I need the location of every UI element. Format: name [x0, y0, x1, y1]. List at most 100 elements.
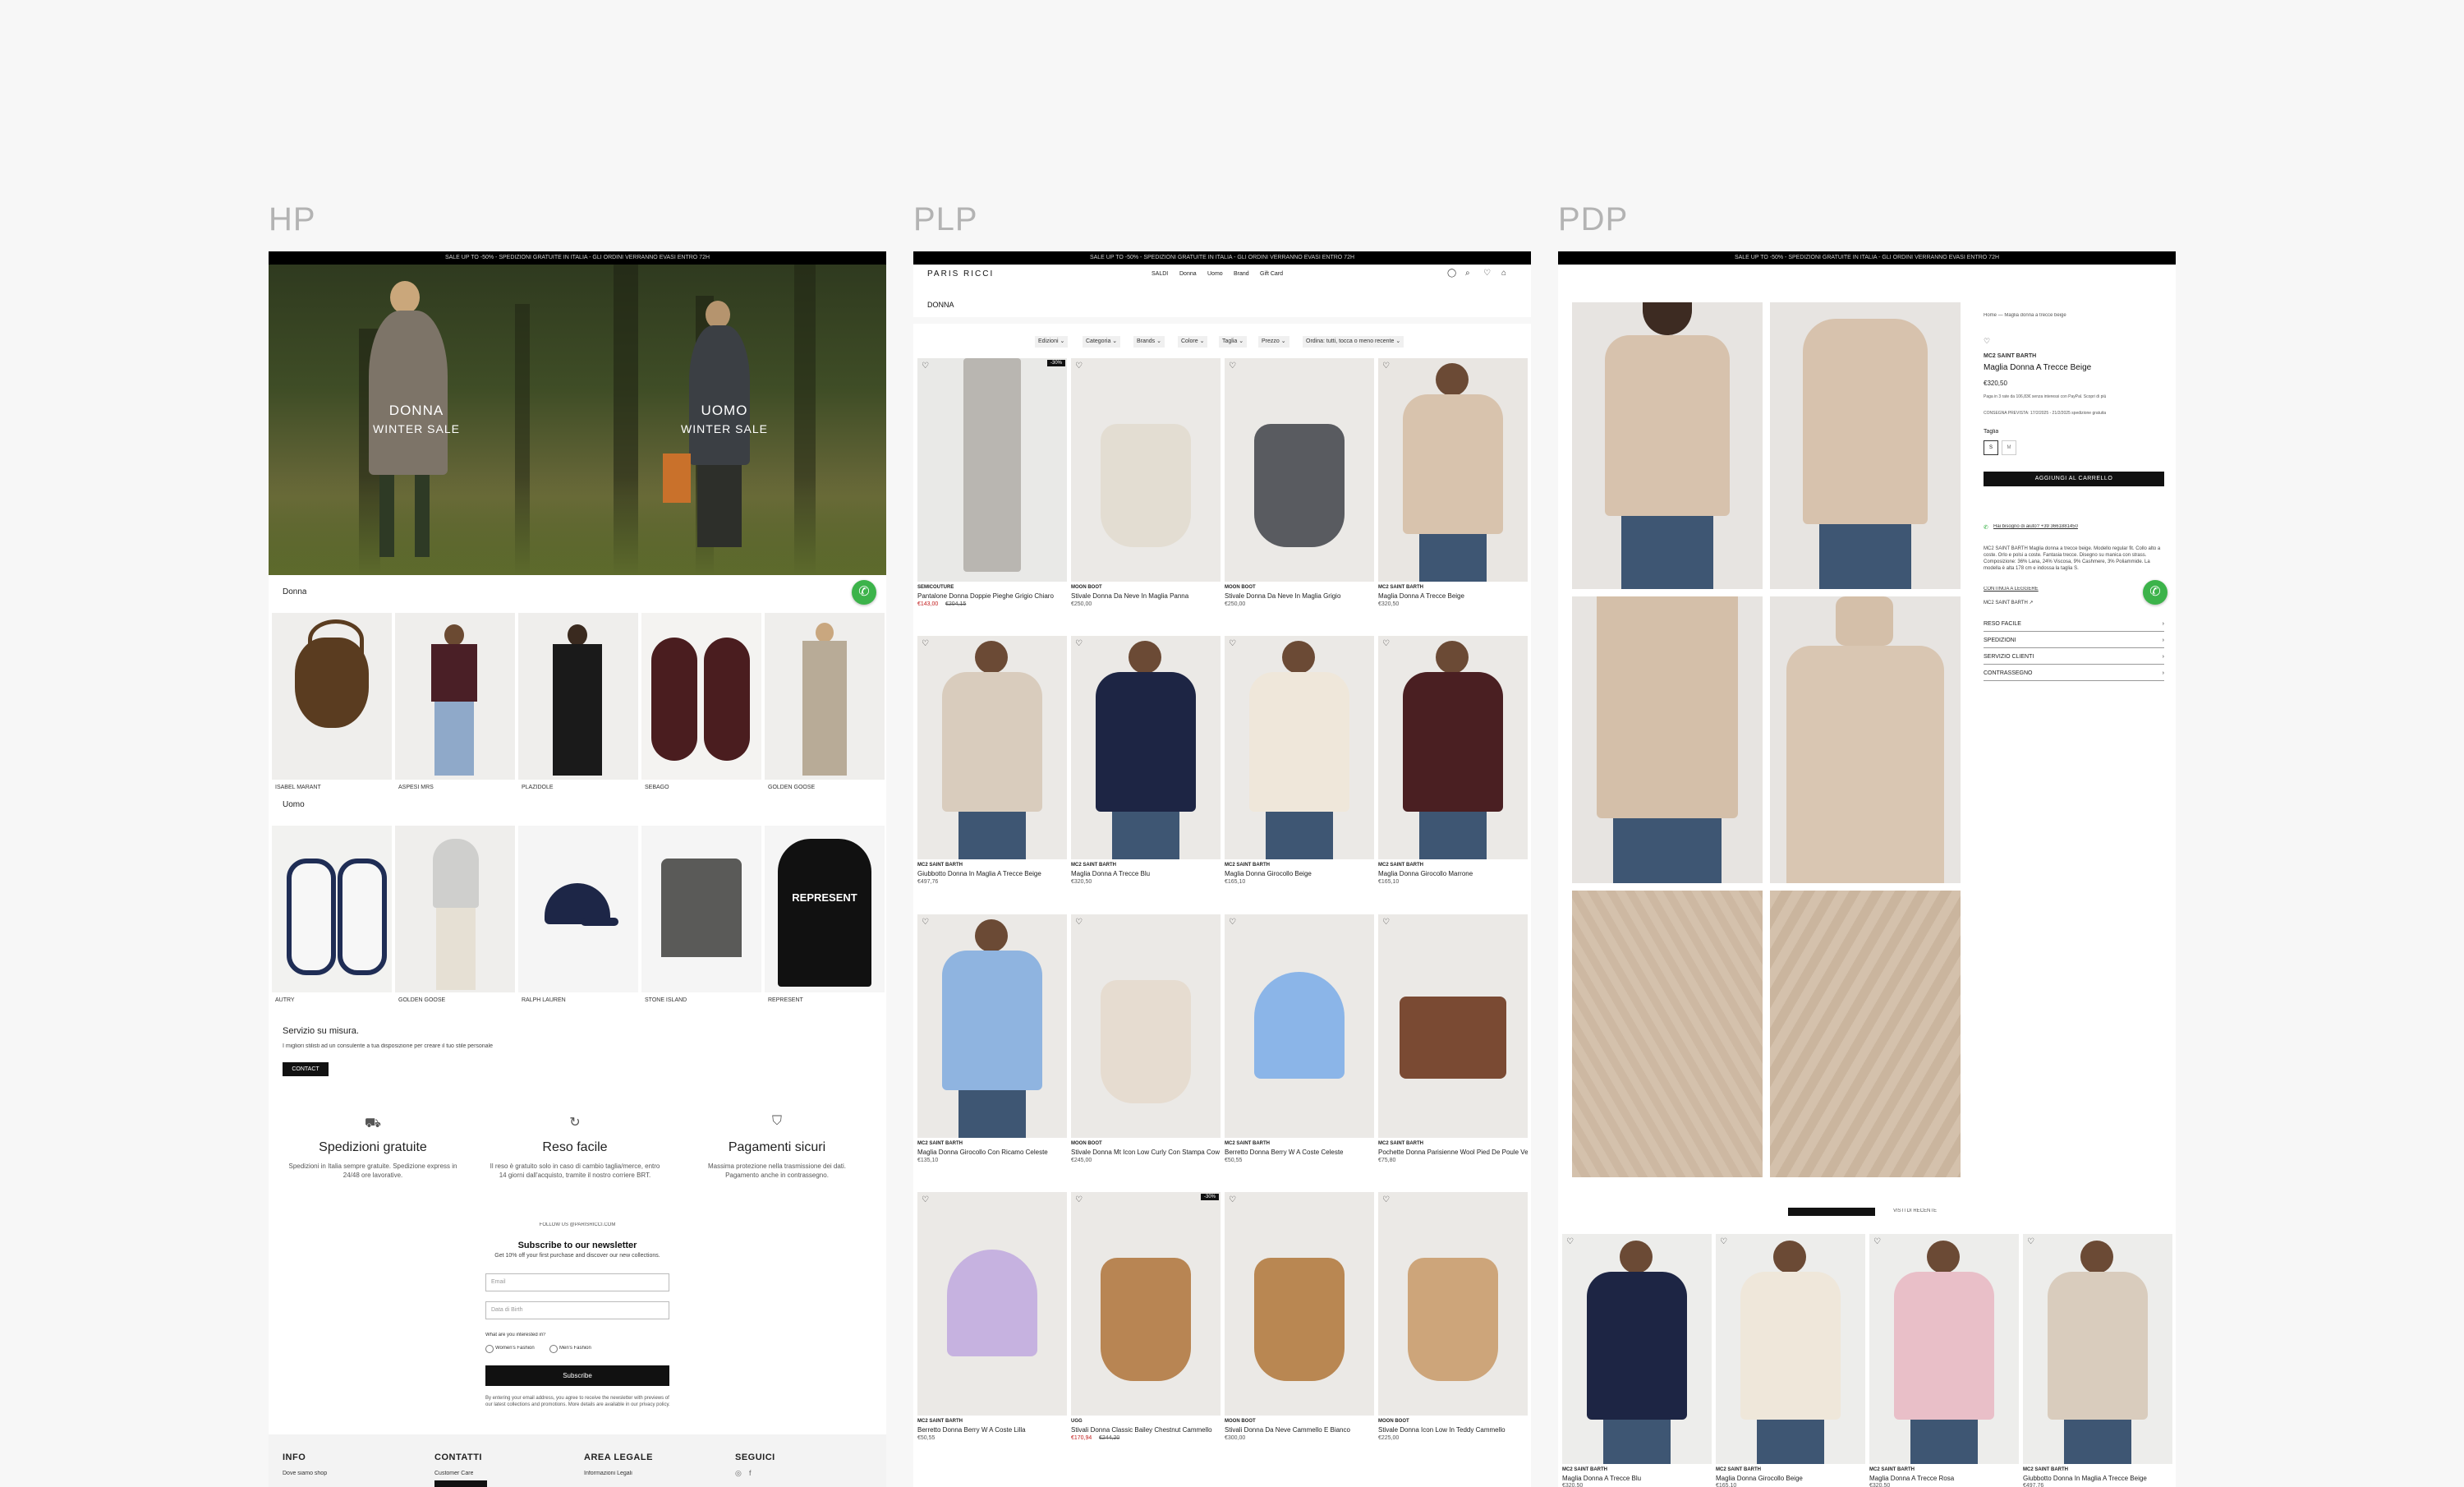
- product-card[interactable]: ♡: [1225, 358, 1374, 582]
- uomo-tile-3[interactable]: [518, 826, 638, 992]
- nav-saldi[interactable]: SALDI: [1152, 271, 1168, 277]
- product-name[interactable]: Maglia Donna Girocollo Con Ricamo Celest…: [917, 1149, 1067, 1156]
- footer-contatti-link[interactable]: Customer Care: [434, 1471, 473, 1476]
- donna-tile-2[interactable]: [395, 613, 515, 780]
- gallery-image-5[interactable]: [1572, 891, 1763, 1177]
- product-name[interactable]: Maglia Donna A Trecce Beige: [1378, 592, 1528, 600]
- donna-brand-1[interactable]: ISABEL MARANT: [275, 785, 321, 790]
- hero-banner[interactable]: DONNA WINTER SALE UOMO WINTER SALE: [269, 265, 886, 575]
- wishlist-icon[interactable]: ♡: [1075, 918, 1084, 927]
- wishlist-icon[interactable]: ♡: [922, 361, 931, 371]
- uomo-tile-1[interactable]: [272, 826, 392, 992]
- filter-taglia[interactable]: Taglia ⌄: [1219, 336, 1248, 348]
- wishlist-icon[interactable]: ♡: [1229, 639, 1238, 648]
- hero-donna[interactable]: DONNA WINTER SALE: [359, 403, 474, 435]
- recent-product-name[interactable]: Giubbotto Donna In Maglia A Trecce Beige: [2023, 1475, 2172, 1482]
- donna-brand-5[interactable]: GOLDEN GOOSE: [768, 785, 815, 790]
- product-name[interactable]: Giubbotto Donna In Maglia A Trecce Beige: [917, 870, 1067, 877]
- uomo-brand-2[interactable]: GOLDEN GOOSE: [398, 997, 445, 1003]
- product-name[interactable]: Stivale Donna Icon Low In Teddy Cammello: [1378, 1426, 1528, 1434]
- donna-brand-2[interactable]: ASPESI MRS: [398, 785, 434, 790]
- uomo-brand-5[interactable]: REPRESENT: [768, 997, 803, 1003]
- donna-tile-5[interactable]: [765, 613, 885, 780]
- product-name[interactable]: Berretto Donna Berry W A Coste Lilla: [917, 1426, 1067, 1434]
- continue-reading-link[interactable]: CONTINUA A LEGGERE: [1984, 587, 2039, 592]
- contact-button[interactable]: CONTACT: [283, 1062, 329, 1076]
- search-icon[interactable]: ⌕: [1465, 269, 1470, 278]
- subscribe-button[interactable]: Subscribe: [485, 1365, 669, 1386]
- gallery-image-2[interactable]: [1770, 302, 1961, 589]
- product-card[interactable]: ♡: [917, 636, 1067, 859]
- footer-info-link[interactable]: Dove siamo shop: [283, 1471, 327, 1476]
- instagram-icon[interactable]: ◎: [735, 1469, 742, 1478]
- product-card[interactable]: ♡: [1071, 358, 1221, 582]
- filter-edizioni[interactable]: Edizioni ⌄: [1035, 336, 1069, 348]
- footer-legal-link[interactable]: Informazioni Legali: [584, 1471, 632, 1476]
- product-name[interactable]: Stivali Donna Classic Bailey Chestnut Ca…: [1071, 1426, 1221, 1434]
- wishlist-icon[interactable]: ♡: [1720, 1237, 1729, 1246]
- wishlist-icon[interactable]: ♡: [1075, 639, 1084, 648]
- wishlist-icon[interactable]: ♡: [1984, 337, 1990, 346]
- wishlist-icon[interactable]: ♡: [922, 1195, 931, 1204]
- nav-uomo[interactable]: Uomo: [1207, 271, 1223, 277]
- email-field[interactable]: Email: [485, 1273, 669, 1291]
- uomo-tile-2[interactable]: [395, 826, 515, 992]
- filter-categoria[interactable]: Categoria ⌄: [1083, 336, 1121, 348]
- product-name[interactable]: Stivali Donna Da Neve Cammello E Bianco: [1225, 1426, 1374, 1434]
- recent-product-name[interactable]: Maglia Donna A Trecce Blu: [1562, 1475, 1712, 1482]
- donna-brand-3[interactable]: PLAZIDOLE: [522, 785, 554, 790]
- footer-contact-bar[interactable]: [434, 1480, 487, 1487]
- paypal-installments[interactable]: Paga in 3 rate da 106,83€ senza interess…: [1984, 394, 2106, 399]
- facebook-icon[interactable]: f: [749, 1469, 752, 1477]
- wishlist-icon[interactable]: ♡: [1075, 361, 1084, 371]
- uomo-tile-5[interactable]: REPRESENT: [765, 826, 885, 992]
- brand-link[interactable]: MC2 SAINT BARTH ↗: [1984, 600, 2033, 605]
- product-brand[interactable]: MC2 SAINT BARTH: [1984, 353, 2036, 359]
- wishlist-icon[interactable]: ♡: [1873, 1237, 1882, 1246]
- cart-icon[interactable]: ⌂: [1501, 269, 1506, 278]
- nav-brand[interactable]: Brand: [1234, 271, 1249, 277]
- product-name[interactable]: Maglia Donna Girocollo Beige: [1225, 870, 1374, 877]
- whatsapp-help-link[interactable]: Hai bisogno di aiuto? +39 3661881450: [1993, 524, 2078, 529]
- accordion-contrassegno[interactable]: › CONTRASSEGNO: [1984, 670, 2164, 676]
- nav-donna[interactable]: Donna: [1179, 271, 1197, 277]
- wishlist-icon[interactable]: ♡: [1229, 1195, 1238, 1204]
- add-to-cart-button[interactable]: AGGIUNGI AL CARRELLO: [1984, 472, 2164, 486]
- product-card[interactable]: ♡: [1071, 636, 1221, 859]
- donna-tile-3[interactable]: [518, 613, 638, 780]
- recent-tab-active[interactable]: [1788, 1208, 1875, 1216]
- user-icon[interactable]: ◯: [1447, 269, 1456, 278]
- gallery-image-6[interactable]: [1770, 891, 1961, 1177]
- nav-gift-card[interactable]: Gift Card: [1260, 271, 1283, 277]
- site-logo[interactable]: PARIS RICCI: [927, 269, 994, 279]
- product-card[interactable]: ♡: [1225, 1192, 1374, 1416]
- product-card[interactable]: ♡: [1071, 914, 1221, 1138]
- gallery-image-4[interactable]: [1770, 596, 1961, 883]
- product-card[interactable]: ♡ -30%: [1071, 1192, 1221, 1416]
- product-name[interactable]: Maglia Donna A Trecce Blu: [1071, 870, 1221, 877]
- sort-select[interactable]: Ordina: tutti, tocca o meno recente ⌄: [1303, 336, 1404, 348]
- product-card[interactable]: ♡ -30%: [917, 358, 1067, 582]
- recent-product-card[interactable]: ♡: [2023, 1234, 2172, 1464]
- product-name[interactable]: Berretto Donna Berry W A Coste Celeste: [1225, 1149, 1374, 1156]
- wishlist-icon[interactable]: ♡: [1483, 269, 1491, 278]
- product-name[interactable]: Stivale Donna Da Neve In Maglia Panna: [1071, 592, 1221, 600]
- product-card[interactable]: ♡: [1378, 914, 1528, 1138]
- product-card[interactable]: ♡: [917, 1192, 1067, 1416]
- gallery-image-1[interactable]: [1572, 302, 1763, 589]
- uomo-tile-4[interactable]: [641, 826, 761, 992]
- wishlist-icon[interactable]: ♡: [2027, 1237, 2036, 1246]
- wishlist-icon[interactable]: ♡: [1075, 1195, 1084, 1204]
- men-radio[interactable]: [549, 1345, 558, 1353]
- donna-brand-4[interactable]: SEBAGO: [645, 785, 669, 790]
- size-option-s[interactable]: S: [1984, 440, 1998, 455]
- gallery-image-3[interactable]: [1572, 596, 1763, 883]
- recent-product-card[interactable]: ♡: [1562, 1234, 1712, 1464]
- wishlist-icon[interactable]: ♡: [1382, 918, 1391, 927]
- product-card[interactable]: ♡: [1225, 636, 1374, 859]
- wishlist-icon[interactable]: ♡: [922, 639, 931, 648]
- recent-product-card[interactable]: ♡: [1716, 1234, 1865, 1464]
- wishlist-icon[interactable]: ♡: [922, 918, 931, 927]
- product-card[interactable]: ♡: [917, 914, 1067, 1138]
- recent-label[interactable]: VISTI DI RECENTE: [1893, 1208, 1937, 1213]
